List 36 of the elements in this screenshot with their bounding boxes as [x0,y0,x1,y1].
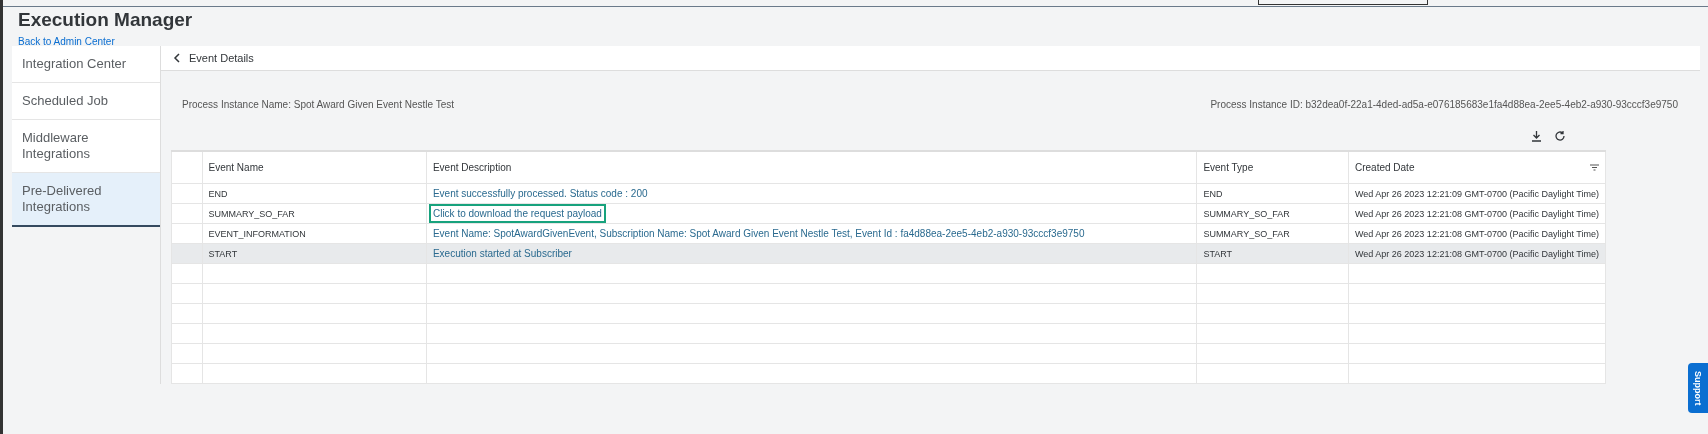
table-cell: START [1203,248,1233,259]
back-link[interactable]: Back to Admin Center [18,36,115,48]
table-cell: SUMMARY_SO_FAR [1203,208,1290,219]
column-header: Created Date [1355,162,1415,173]
table-cell: SUMMARY_SO_FAR [1203,228,1290,239]
download-icon[interactable] [1531,130,1542,142]
sidebar-item[interactable]: Middleware Integrations [12,120,160,173]
table-row[interactable]: START Execution started at Subscriber START Wed Apr 26 2023 12:21:08 GMT-0700 (Pacific Daylight Time) [171,243,1606,264]
process-id: Process Instance ID: b32dea0f-22a1-4ded-ad5a-e076185683e1fa4d88ea-2ee5-4eb2-a930-93cccf3e9750 [1210,99,1678,110]
table-cell: SUMMARY_SO_FAR [208,208,295,219]
process-name: Process Instance Name: Spot Award Given Event Nestle Test [182,99,454,110]
table-row[interactable] [171,223,1606,244]
column-header: Event Type [1203,162,1254,173]
table-row[interactable]: END Event successfully processed. Status code : 200 END Wed Apr 26 2023 12:21:09 GMT-0700 (Pacific Daylight Time) [171,183,1606,204]
table-cell: END [1203,188,1223,199]
table-cell: START [208,248,238,259]
back-chevron-icon[interactable] [173,53,181,63]
table-cell: Wed Apr 26 2023 12:21:08 GMT-0700 (Pacific Daylight Time) [1355,228,1599,239]
filter-icon[interactable] [1590,164,1599,171]
table-cell: Wed Apr 26 2023 12:21:08 GMT-0700 (Pacific Daylight Time) [1355,248,1599,259]
sidebar-item[interactable]: Pre-Delivered Integrations [12,173,160,227]
refresh-icon[interactable] [1554,130,1566,142]
table-cell: Wed Apr 26 2023 12:21:09 GMT-0700 (Pacific Daylight Time) [1355,188,1599,199]
sidebar-item[interactable]: Integration Center [12,46,160,83]
table-cell: END [208,188,228,199]
page-title: Execution Manager [18,9,194,31]
support-tab[interactable]: Support [1688,363,1708,413]
column-header: Event Description [432,162,512,173]
description-link[interactable]: Click to download the request payload [428,204,606,223]
table-row[interactable]: SUMMARY_SO_FAR Click to download the request payload SUMMARY_SO_FAR Wed Apr 26 2023 12:21:08 GMT-0700 (Pacific Daylight Time) [171,203,1606,224]
column-header: Event Name [208,162,264,173]
section-title: Event Details [189,52,254,64]
table-cell: EVENT_INFORMATION [208,228,306,239]
description-link[interactable]: Execution started at Subscriber [428,244,576,263]
table-cell: Wed Apr 26 2023 12:21:08 GMT-0700 (Pacific Daylight Time) [1355,208,1599,219]
sidebar-item[interactable]: Scheduled Job [12,83,160,120]
